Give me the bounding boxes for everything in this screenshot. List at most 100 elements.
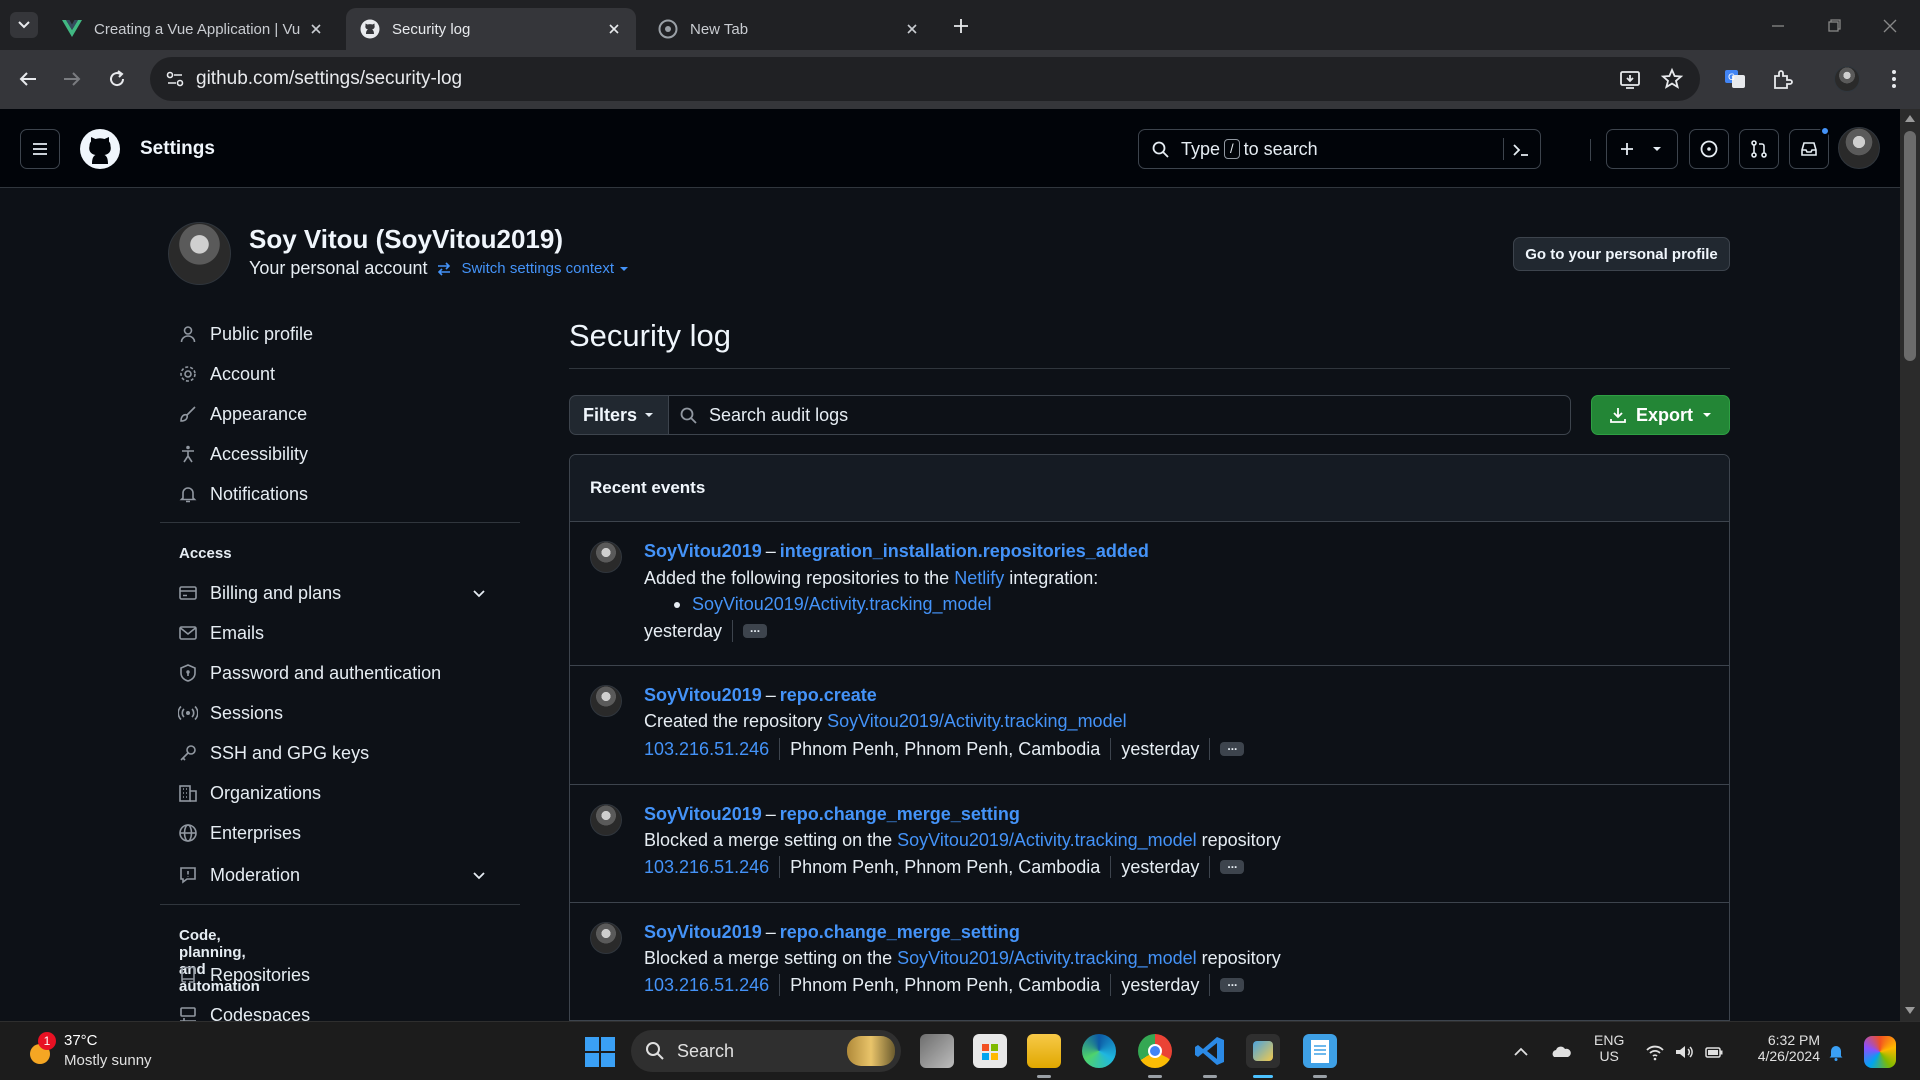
github-logo-icon[interactable]: [79, 128, 121, 170]
scroll-thumb[interactable]: [1904, 131, 1916, 361]
event-ip-link[interactable]: 103.216.51.246: [644, 857, 769, 878]
event-user-link[interactable]: SoyVitou2019: [644, 541, 762, 562]
sidebar-item-notifications[interactable]: Notifications: [178, 479, 508, 509]
event-action-link[interactable]: repo.change_merge_setting: [780, 804, 1020, 825]
event-ip-link[interactable]: 103.216.51.246: [644, 975, 769, 996]
browser-profile-avatar[interactable]: [1834, 66, 1860, 92]
tab-vue[interactable]: Creating a Vue Application | Vue: [48, 8, 338, 50]
event-user-link[interactable]: SoyVitou2019: [644, 685, 762, 706]
tab-security-log[interactable]: Security log: [346, 8, 636, 50]
event-more-button[interactable]: ...: [1220, 976, 1245, 992]
onedrive-icon[interactable]: [1551, 1042, 1571, 1062]
event-user-link[interactable]: SoyVitou2019: [644, 804, 762, 825]
taskbar-search[interactable]: Search: [631, 1030, 901, 1072]
page-scrollbar[interactable]: [1900, 109, 1920, 1021]
minimize-icon[interactable]: [1766, 14, 1790, 38]
tab-search-button[interactable]: [10, 12, 38, 38]
vscode-app[interactable]: [1193, 1034, 1227, 1068]
go-to-profile-button[interactable]: Go to your personal profile: [1513, 237, 1730, 271]
back-icon[interactable]: [16, 67, 40, 91]
event-avatar[interactable]: [590, 922, 622, 954]
switch-context-link[interactable]: Switch settings context: [461, 260, 614, 277]
sidebar-item-password-auth[interactable]: Password and authentication: [178, 658, 508, 688]
event-desc-link[interactable]: SoyVitou2019/Activity.tracking_model: [897, 830, 1197, 851]
event-avatar[interactable]: [590, 804, 622, 836]
language-indicator[interactable]: ENG US: [1594, 1032, 1624, 1064]
filters-button[interactable]: Filters: [569, 395, 669, 435]
sidebar-item-enterprises[interactable]: Enterprises: [178, 818, 508, 848]
file-explorer-app[interactable]: [1027, 1034, 1061, 1068]
event-more-button[interactable]: ...: [1220, 858, 1245, 874]
event-avatar[interactable]: [590, 541, 622, 573]
volume-icon[interactable]: [1674, 1042, 1694, 1062]
audit-log-search-input[interactable]: Search audit logs: [668, 395, 1571, 435]
windows-start-icon[interactable]: [584, 1036, 616, 1068]
issues-button[interactable]: [1689, 129, 1729, 169]
export-button[interactable]: Export: [1591, 395, 1730, 435]
sidebar-item-emails[interactable]: Emails: [178, 618, 508, 648]
event-ip-link[interactable]: 103.216.51.246: [644, 739, 769, 760]
sidebar-item-account[interactable]: Account: [178, 359, 508, 389]
sidebar-item-public-profile[interactable]: Public profile: [178, 319, 508, 349]
close-icon[interactable]: [904, 21, 920, 37]
event-more-button[interactable]: ...: [743, 622, 768, 638]
menu-button[interactable]: [20, 129, 60, 169]
sidebar-item-repositories[interactable]: Repositories: [178, 960, 508, 990]
sidebar-item-ssh-gpg[interactable]: SSH and GPG keys: [178, 738, 508, 768]
edge-app[interactable]: [1082, 1034, 1116, 1068]
translate-icon[interactable]: G: [1723, 67, 1747, 91]
event-action-link[interactable]: repo.create: [780, 685, 877, 706]
install-app-icon[interactable]: [1618, 67, 1642, 91]
event-action-link[interactable]: repo.change_merge_setting: [780, 922, 1020, 943]
chevron-down-icon[interactable]: [470, 866, 488, 884]
sidebar-item-sessions[interactable]: Sessions: [178, 698, 508, 728]
event-user-link[interactable]: SoyVitou2019: [644, 922, 762, 943]
window-close-icon[interactable]: [1878, 14, 1902, 38]
address-bar[interactable]: github.com/settings/security-log: [150, 57, 1700, 101]
notepad-app[interactable]: [1303, 1034, 1337, 1068]
sidebar-item-appearance[interactable]: Appearance: [178, 399, 508, 429]
site-info-icon[interactable]: [164, 68, 186, 90]
sidebar-item-billing[interactable]: Billing and plans: [178, 578, 508, 608]
tab-new-tab[interactable]: New Tab: [644, 8, 934, 50]
sidebar-item-accessibility[interactable]: Accessibility: [178, 439, 508, 469]
event-desc-link[interactable]: Netlify: [954, 568, 1004, 589]
restore-icon[interactable]: [1822, 14, 1846, 38]
reload-icon[interactable]: [105, 67, 129, 91]
sidebar-item-moderation[interactable]: Moderation: [178, 860, 508, 890]
pull-requests-button[interactable]: [1739, 129, 1779, 169]
more-vertical-icon[interactable]: [1882, 67, 1906, 91]
event-repo-link[interactable]: SoyVitou2019/Activity.tracking_model: [692, 594, 992, 615]
bookmark-star-icon[interactable]: [1660, 67, 1684, 91]
wifi-icon[interactable]: [1645, 1042, 1665, 1062]
scroll-up-icon[interactable]: [1905, 114, 1915, 122]
profile-avatar[interactable]: [168, 222, 231, 285]
global-search-input[interactable]: Type / to search: [1138, 129, 1541, 169]
notification-bell-icon[interactable]: [1826, 1042, 1846, 1062]
new-tab-icon[interactable]: [950, 15, 972, 37]
scroll-down-icon[interactable]: [1905, 1007, 1915, 1015]
task-view-app[interactable]: [920, 1034, 954, 1068]
chrome-app[interactable]: [1138, 1034, 1172, 1068]
show-hidden-icons-icon[interactable]: [1511, 1042, 1531, 1062]
extensions-icon[interactable]: [1770, 67, 1794, 91]
battery-icon[interactable]: [1704, 1042, 1724, 1062]
weather-widget[interactable]: 1: [24, 1032, 56, 1068]
event-action-link[interactable]: integration_installation.repositories_ad…: [780, 541, 1149, 562]
create-new-button[interactable]: [1606, 129, 1678, 169]
clock[interactable]: 6:32 PM 4/26/2024: [1740, 1032, 1820, 1064]
close-icon[interactable]: [606, 21, 622, 37]
chevron-down-icon[interactable]: [470, 584, 488, 602]
sidebar-item-organizations[interactable]: Organizations: [178, 778, 508, 808]
copilot-icon[interactable]: [1864, 1036, 1896, 1068]
event-avatar[interactable]: [590, 685, 622, 717]
event-desc-link[interactable]: SoyVitou2019/Activity.tracking_model: [827, 711, 1127, 732]
microsoft-store-app[interactable]: [973, 1034, 1007, 1068]
user-avatar[interactable]: [1838, 127, 1880, 169]
event-desc-link[interactable]: SoyVitou2019/Activity.tracking_model: [897, 948, 1197, 969]
command-palette-icon[interactable]: [1510, 139, 1532, 161]
close-icon[interactable]: [308, 21, 324, 37]
event-more-button[interactable]: ...: [1220, 740, 1245, 756]
active-app-window[interactable]: [1246, 1034, 1280, 1068]
forward-icon[interactable]: [60, 67, 84, 91]
